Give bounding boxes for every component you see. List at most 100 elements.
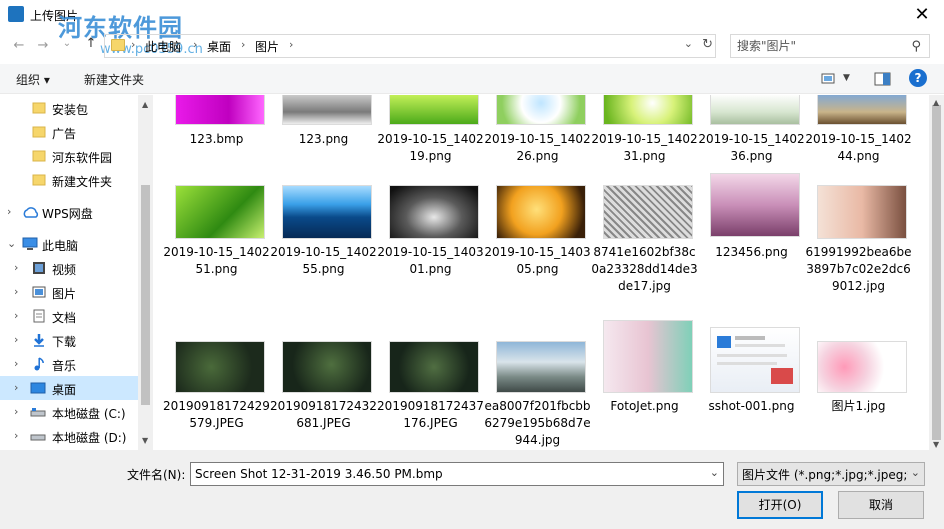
file-tile[interactable]: 8741e1602bf38c0a23328dd14de3de17.jpg [591,183,698,303]
close-button[interactable]: ✕ [910,3,934,27]
file-tile[interactable]: 123.bmp [163,95,270,155]
filetype-select[interactable]: 图片文件 (*.png;*.jpg;*.jpeg;*. ⌄ [737,462,925,486]
file-tile[interactable]: ea8007f201fbcbb6279e195b68d7e944.jpg [484,341,591,450]
file-tile[interactable]: 20190918172437176.JPEG [377,341,484,441]
file-grid: 123.bmp 123.png 2019-10-15_140219.png 20… [153,95,929,450]
file-thumbnail [496,341,586,393]
recent-locations-button[interactable]: ⌄ [60,38,74,54]
file-tile[interactable]: 2019-10-15_140244.png [805,95,912,175]
file-tile[interactable]: 2019-10-15_140219.png [377,95,484,175]
file-tile[interactable]: sshot-001.png [698,327,805,427]
address-dropdown-icon[interactable]: ⌄ [684,37,693,50]
chevron-right-icon[interactable]: › [14,357,18,370]
chevron-right-icon[interactable]: › [7,205,11,218]
large-icons-view-icon [821,73,835,84]
nav-item-drive-c[interactable]: › 本地磁盘 (C:) [0,400,138,424]
chevron-down-icon[interactable]: ⌄ [7,237,16,250]
file-name: ea8007f201fbcbb6279e195b68d7e944.jpg [484,399,591,447]
filename-combobox[interactable]: ⌄ [190,462,724,486]
close-icon: ✕ [914,4,930,25]
breadcrumb-this-pc[interactable]: 此电脑 [145,38,181,55]
nav-label: 广告 [52,127,77,141]
nav-label: 本地磁盘 (D:) [52,431,127,445]
nav-label: 河东软件园 [52,151,113,165]
file-tile[interactable]: 图片1.jpg [805,341,912,441]
file-tile[interactable]: 2019-10-15_140231.png [591,95,698,175]
screenshot-preview [717,336,793,384]
breadcrumb-pictures[interactable]: 图片 [255,38,279,55]
download-icon [34,334,44,347]
file-tile[interactable]: 123.png [270,95,377,155]
file-tile[interactable]: 20190918172429579.JPEG [163,341,270,441]
chevron-right-icon[interactable]: › [14,429,18,442]
folder-icon [32,150,46,162]
forward-arrow-icon: → [37,38,49,53]
content-scrollbar-thumb[interactable] [932,105,941,440]
nav-label: 图片 [52,287,77,301]
chevron-right-icon[interactable]: › [14,261,18,274]
scroll-down-arrow-icon[interactable]: ▼ [142,436,148,445]
nav-item-music[interactable]: › 音乐 [0,352,138,376]
chevron-right-icon[interactable]: › [14,309,18,322]
breadcrumb-desktop[interactable]: 桌面 [207,38,231,55]
organize-button[interactable]: 组织 ▾ [16,71,50,88]
file-tile[interactable]: 61991992bea6be3897b7c02e2dc69012.jpg [805,183,912,303]
filename-input[interactable] [191,463,691,485]
help-button[interactable]: ? [909,69,927,87]
file-tile[interactable]: 2019-10-15_140226.png [484,95,591,175]
new-folder-button[interactable]: 新建文件夹 [84,71,144,88]
search-box[interactable]: ⚲ [730,34,930,58]
chevron-down-icon[interactable]: ⌄ [710,466,719,479]
nav-item-downloads[interactable]: › 下载 [0,328,138,352]
nav-item-pictures[interactable]: › 图片 [0,280,138,304]
scroll-down-arrow-icon[interactable]: ▼ [933,440,939,449]
file-tile[interactable]: 20190918172432681.JPEG [270,341,377,441]
chevron-right-icon[interactable]: › [14,381,18,394]
nav-item-this-pc[interactable]: ⌄ 此电脑 [0,232,138,256]
chevron-right-icon[interactable]: › [14,333,18,346]
nav-scrollbar-thumb[interactable] [141,185,150,405]
nav-item-hedong[interactable]: 河东软件园 [0,144,138,168]
file-name: 2019-10-15_140244.png [805,132,912,163]
refresh-icon[interactable]: ↻ [702,37,713,52]
back-button[interactable]: ← [12,38,26,54]
nav-item-ads[interactable]: 广告 [0,120,138,144]
chevron-right-icon[interactable]: › [14,405,18,418]
scroll-up-arrow-icon[interactable]: ▲ [933,98,939,107]
file-tile[interactable]: 2019-10-15_140236.png [698,95,805,175]
forward-button[interactable]: → [36,38,50,54]
computer-icon [22,237,38,250]
preview-pane-button[interactable] [873,69,893,89]
nav-item-wps-cloud[interactable]: › WPS网盘 [0,200,138,224]
file-thumbnail [710,95,800,125]
file-name: sshot-001.png [708,399,795,413]
nav-item-videos[interactable]: › 视频 [0,256,138,280]
up-button[interactable]: ↑ [84,36,98,52]
change-view-button[interactable] [820,69,840,89]
file-tile[interactable]: 2019-10-15_140251.png [163,183,270,283]
nav-item-desktop[interactable]: › 桌面 [0,376,138,400]
file-tile[interactable]: FotoJet.png [591,320,698,420]
file-tile[interactable]: 2019-10-15_140301.png [377,183,484,283]
chevron-right-icon[interactable]: › [14,285,18,298]
nav-item-new-folder[interactable]: 新建文件夹 [0,168,138,192]
file-thumbnail [175,185,265,239]
search-input[interactable] [731,35,901,57]
nav-item-documents[interactable]: › 文档 [0,304,138,328]
nav-item-installers[interactable]: 安装包 [0,96,138,120]
address-bar[interactable]: › 此电脑 › 桌面 › 图片 › ⌄ ↻ [104,34,716,58]
file-name: FotoJet.png [610,399,679,413]
file-tile[interactable]: 2019-10-15_140255.png [270,183,377,283]
nav-label: 新建文件夹 [52,175,113,189]
file-tile[interactable]: 123456.png [698,171,805,271]
nav-item-drive-d[interactable]: › 本地磁盘 (D:) [0,424,138,448]
file-tile[interactable]: 2019-10-15_140305.png [484,183,591,283]
open-button[interactable]: 打开(O) [737,491,823,519]
file-thumbnail [817,95,907,125]
command-bar: 组织 ▾ 新建文件夹 ▼ ? [0,64,944,94]
cancel-button[interactable]: 取消 [838,491,924,519]
chevron-right-icon: › [131,38,136,51]
scroll-up-arrow-icon[interactable]: ▲ [142,100,148,109]
back-arrow-icon: ← [13,38,25,53]
view-options-dropdown[interactable]: ▼ [843,69,863,89]
